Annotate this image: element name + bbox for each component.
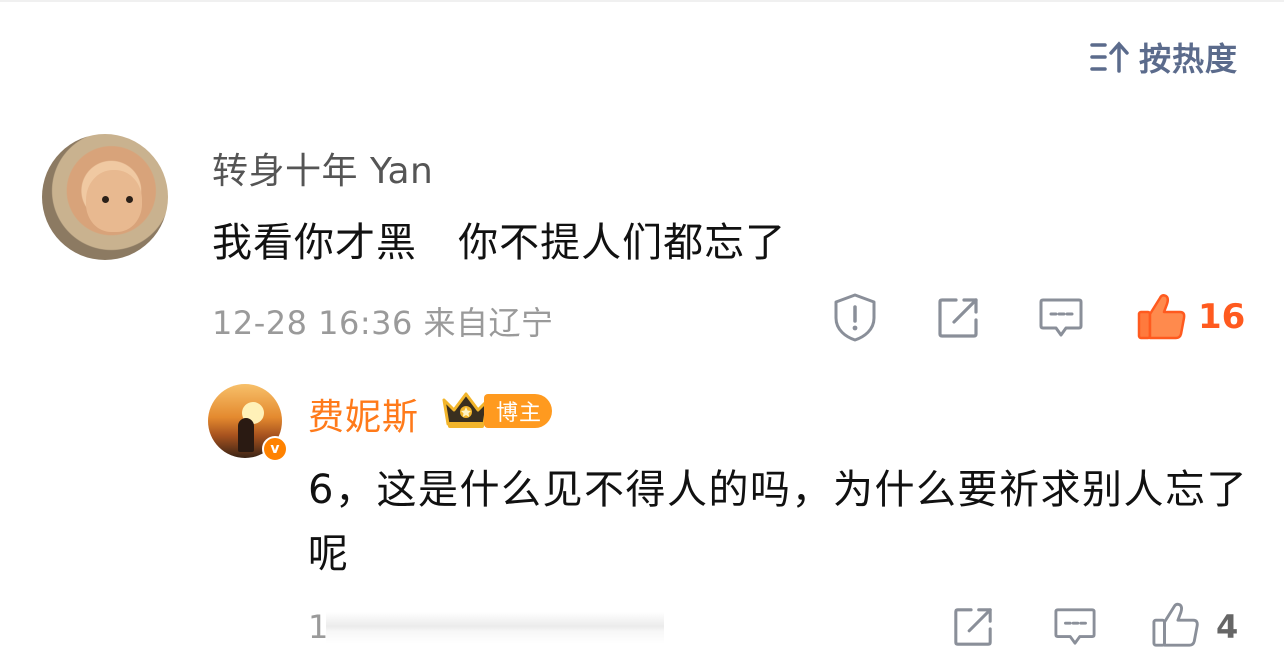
thumbs-up-outline-icon <box>1152 602 1199 647</box>
reply-share-button[interactable] <box>950 604 996 650</box>
sort-label: 按热度 <box>1138 40 1238 78</box>
thumbs-up-icon <box>1137 294 1186 340</box>
verified-badge: v <box>262 436 288 462</box>
share-button[interactable] <box>932 292 984 344</box>
comment-meta: 12-28 16:36 来自辽宁 <box>212 298 554 344</box>
reply-comment-button[interactable] <box>1034 292 1088 344</box>
reply-username[interactable]: 费妮斯 <box>308 388 419 440</box>
sort-by-hot-button[interactable]: 按热度 <box>1089 34 1238 80</box>
share-icon <box>938 298 978 338</box>
reply-text: 6，这是什么见不得人的吗，为什么要祈求别人忘了呢 <box>308 467 1248 577</box>
blogger-badge: 博主 <box>484 394 553 428</box>
reply-comment-button-2[interactable] <box>1052 604 1098 650</box>
avatar[interactable] <box>42 134 168 260</box>
reply-like-button[interactable] <box>1150 600 1202 650</box>
comment-icon <box>1039 298 1083 337</box>
top-divider <box>0 0 1284 2</box>
like-button[interactable] <box>1134 290 1190 344</box>
comment-icon <box>1054 608 1096 645</box>
comment-time: 12-28 16:36 <box>212 304 413 342</box>
comment-text: 我看你才黑 你不提人们都忘了 <box>212 220 787 266</box>
sort-icon <box>1090 41 1129 73</box>
report-button[interactable] <box>830 290 880 344</box>
comment-location: 来自辽宁 <box>423 304 554 342</box>
report-shield-icon <box>834 293 876 342</box>
reply-like-count: 4 <box>1216 608 1239 646</box>
like-count: 16 <box>1198 297 1246 337</box>
blurred-meta-overlay <box>326 612 664 644</box>
comment-username[interactable]: 转身十年 Yan <box>212 142 433 194</box>
share-icon <box>954 608 992 646</box>
